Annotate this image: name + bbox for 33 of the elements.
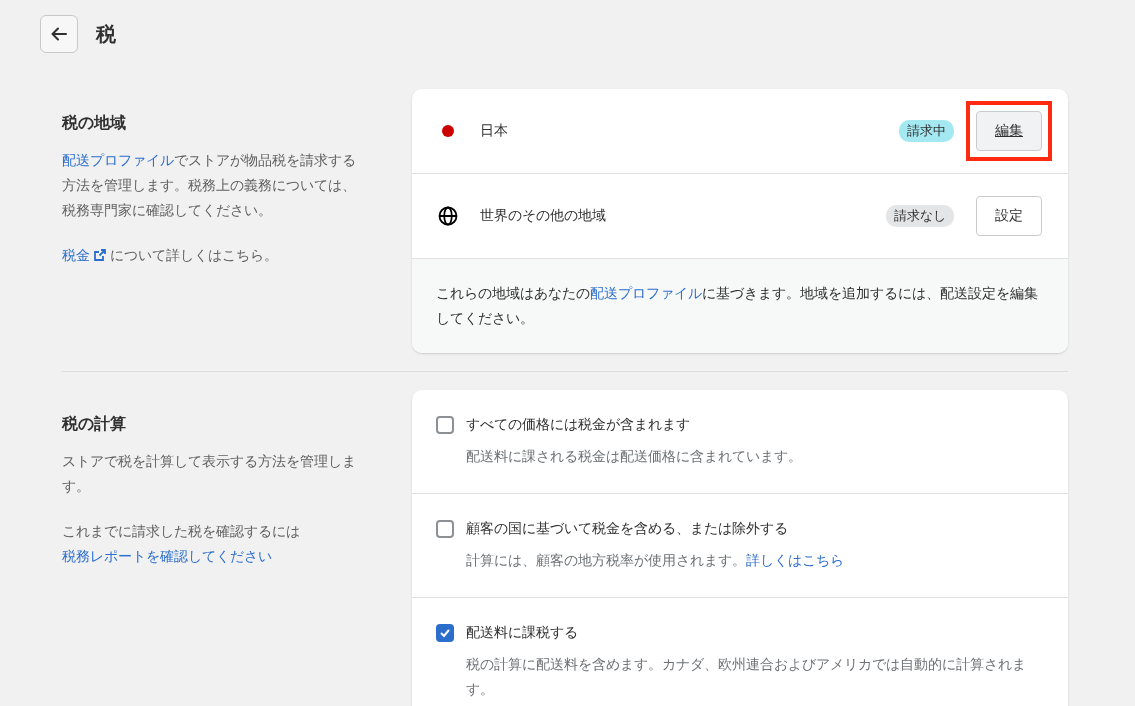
link[interactable]: 税務レポートを確認してください xyxy=(62,548,272,564)
link[interactable]: 配送プロファイル xyxy=(62,152,174,168)
section-description: 配送プロファイルでストアが物品税を請求する方法を管理します。税務上の義務については、税務専門家に確認してください。 xyxy=(62,151,357,220)
regions-note: これらの地域はあなたの配送プロファイルに基づきます。地域を追加するには、配送設定を編集してください。 xyxy=(412,259,1068,353)
status-badge: 請求なし xyxy=(886,205,954,227)
globe-icon xyxy=(438,206,458,226)
section-description: 税金 について詳しくはこちら。 xyxy=(62,246,280,265)
status-badge: 請求中 xyxy=(899,120,954,142)
checkbox[interactable] xyxy=(436,416,454,434)
option-label: すべての価格には税金が含まれます xyxy=(466,416,690,434)
link[interactable]: 詳しくはこちら xyxy=(746,552,844,568)
region-name: 世界のその他の地域 xyxy=(480,207,607,225)
section-description: これまでに請求した税を確認するには 税務レポートを確認してください xyxy=(62,522,301,566)
checkbox[interactable] xyxy=(436,520,454,538)
page-title: 税 xyxy=(96,20,116,48)
section-title: 税の計算 xyxy=(62,414,127,435)
link[interactable]: 配送プロファイル xyxy=(590,285,702,301)
section-title: 税の地域 xyxy=(62,113,127,134)
option-description: 税の計算に配送料を含めます。カナダ、欧州連合およびアメリカでは自動的に計算されます。 xyxy=(466,655,1027,699)
option-description: 計算には、顧客の地方税率が使用されます。詳しくはこちら xyxy=(466,551,845,570)
region-button[interactable]: 編集 xyxy=(976,111,1042,151)
section-description: ストアで税を計算して表示する方法を管理します。 xyxy=(62,452,357,496)
option-label: 配送料に課税する xyxy=(466,624,578,642)
back-button[interactable] xyxy=(40,15,78,53)
external-link[interactable]: 税金 xyxy=(62,247,106,263)
region-button[interactable]: 設定 xyxy=(976,196,1042,236)
back-arrow-icon xyxy=(50,25,68,43)
region-name: 日本 xyxy=(480,122,509,140)
option-description: 配送料に課される税金は配送価格に含まれています。 xyxy=(466,447,803,466)
external-link-icon xyxy=(94,249,106,261)
checkbox[interactable] xyxy=(436,624,454,642)
checkmark-icon xyxy=(439,627,451,639)
option-label: 顧客の国に基づいて税金を含める、または除外する xyxy=(466,520,788,538)
